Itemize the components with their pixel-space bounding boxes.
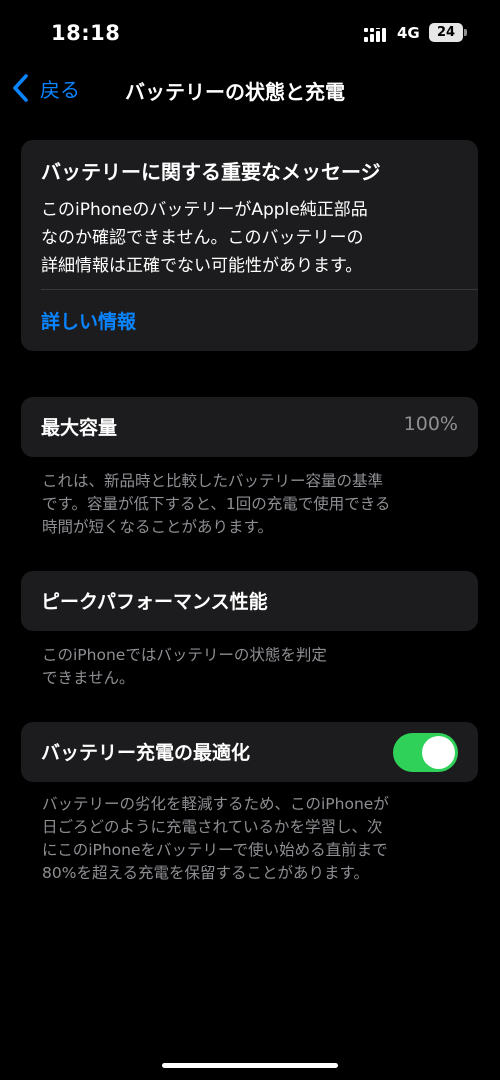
back-label: 戻る [40, 77, 80, 102]
learn-more-link[interactable]: 詳しい情報 [41, 307, 136, 334]
network-type-label: 4G [397, 24, 420, 42]
max-capacity-value: 100% [403, 413, 458, 435]
optimized-charging-toggle[interactable] [393, 733, 458, 772]
battery-level-badge: 24 [429, 23, 463, 42]
status-bar: 18:18 4G 24 [0, 18, 500, 50]
battery-tip-icon [464, 29, 467, 36]
max-capacity-label: 最大容量 [41, 417, 118, 439]
toggle-knob [422, 736, 455, 769]
optimized-charging-footnote: バッテリーの劣化を軽減するため、このiPhoneが 日ごろどのように充電されてい… [42, 795, 389, 882]
message-title: バッテリーに関する重要なメッセージ [41, 160, 381, 184]
optimized-charging-row: バッテリー充電の最適化 [21, 722, 478, 782]
page-title: バッテリーの状態と充電 [125, 80, 345, 104]
peak-performance-row: ピークパフォーマンス性能 [21, 571, 478, 631]
home-indicator[interactable] [162, 1063, 338, 1068]
back-button[interactable]: 戻る [10, 70, 80, 106]
message-body: このiPhoneのバッテリーがApple純正部品 なのか確認できません。このバッ… [41, 200, 368, 276]
chevron-left-icon [13, 74, 28, 102]
max-capacity-row: 最大容量 100% [21, 397, 478, 457]
max-capacity-footnote: これは、新品時と比較したバッテリー容量の基準 です。容量が低下すると、1回の充電… [42, 472, 391, 536]
battery-health-screen: 18:18 4G 24 戻る バッテリーの状態と充電 バッテリーに関する重要なメ… [0, 0, 500, 1080]
optimized-charging-label: バッテリー充電の最適化 [41, 742, 251, 764]
navigation-bar: 戻る バッテリーの状態と充電 [0, 66, 500, 110]
peak-performance-label: ピークパフォーマンス性能 [41, 591, 268, 613]
signal-bars-icon [364, 28, 386, 42]
important-message-card: バッテリーに関する重要なメッセージ このiPhoneのバッテリーがApple純正… [21, 140, 478, 351]
message-divider [41, 289, 478, 290]
peak-performance-footnote: このiPhoneではバッテリーの状態を判定 できません。 [42, 646, 327, 687]
status-time: 18:18 [51, 21, 121, 45]
